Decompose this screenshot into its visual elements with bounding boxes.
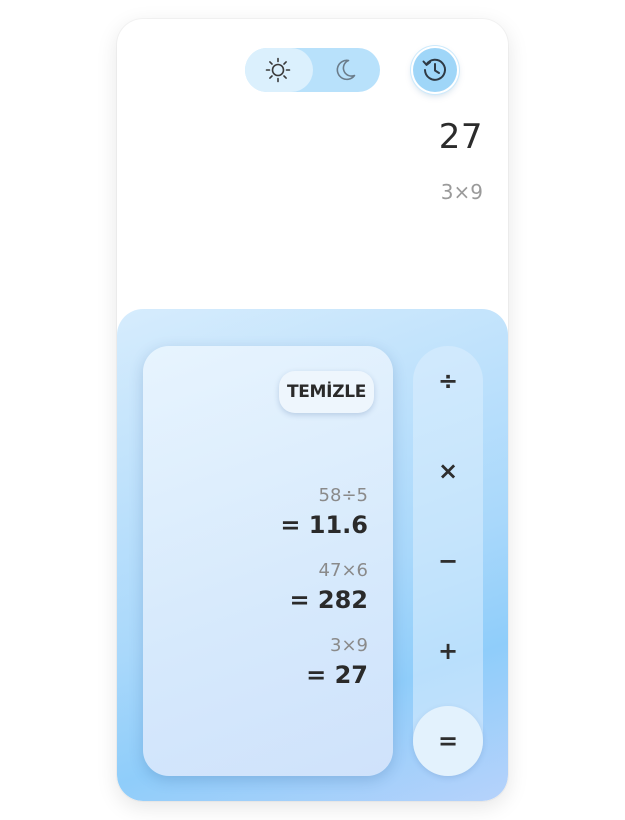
history-icon [422, 58, 446, 81]
sun-icon[interactable] [264, 56, 292, 84]
history-entry-expression: 47×6 [318, 560, 368, 581]
calculator-window: 27 3×9 TEMİZLE 58÷5 = 11.6 47×6 = 282 3×… [117, 19, 508, 801]
operator-column: ÷ × − + = [413, 346, 483, 776]
minus-button[interactable]: − [413, 526, 483, 596]
clear-history-button[interactable]: TEMİZLE [279, 371, 374, 413]
multiply-button[interactable]: × [413, 436, 483, 506]
keypad-area: TEMİZLE 58÷5 = 11.6 47×6 = 282 3×9 = 27 … [117, 309, 508, 801]
theme-toggle[interactable] [245, 48, 380, 92]
moon-icon[interactable] [331, 56, 359, 84]
history-entry-result: = 282 [289, 586, 368, 614]
history-entry-expression: 58÷5 [318, 485, 368, 506]
history-entry-result: = 11.6 [280, 511, 368, 539]
history-entry[interactable]: 3×9 = 27 [168, 634, 368, 692]
history-entry-expression: 3×9 [330, 635, 368, 656]
history-entry[interactable]: 47×6 = 282 [168, 559, 368, 617]
history-entry-result: = 27 [306, 661, 368, 689]
display-value: 27 [438, 117, 483, 157]
divide-button[interactable]: ÷ [413, 346, 483, 416]
history-panel: TEMİZLE 58÷5 = 11.6 47×6 = 282 3×9 = 27 [143, 346, 393, 776]
history-button[interactable] [413, 48, 457, 92]
equals-button[interactable]: = [413, 706, 483, 776]
display-expression: 3×9 [440, 180, 483, 204]
history-list: 58÷5 = 11.6 47×6 = 282 3×9 = 27 [168, 484, 368, 709]
plus-button[interactable]: + [413, 616, 483, 686]
history-entry[interactable]: 58÷5 = 11.6 [168, 484, 368, 542]
